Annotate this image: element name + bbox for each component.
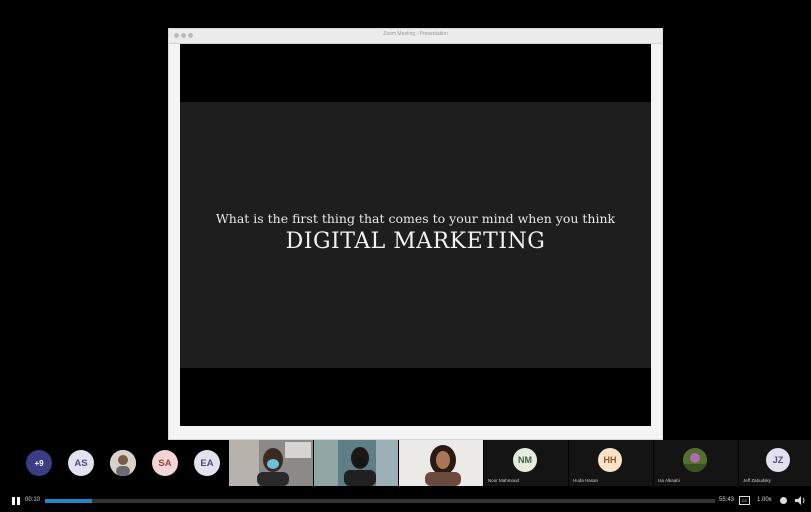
participant-avatar[interactable]: AS [68, 450, 94, 476]
participant-photo-avatar[interactable] [110, 450, 136, 476]
player-controls: 00:10 55:43 CC 1.00x [0, 490, 811, 512]
participant-avatar: HH [598, 448, 622, 472]
participant-tile[interactable]: JZ Jeff Zabudsky [739, 440, 811, 486]
participant-tile[interactable]: Isa Alkaabi [654, 440, 738, 486]
participant-tile[interactable]: HH Huda Hasan [569, 440, 653, 486]
pause-icon [12, 497, 15, 505]
participant-avatar: NM [513, 448, 537, 472]
gear-icon[interactable] [780, 497, 787, 504]
participant-name: Noor Mahmoud [488, 478, 520, 483]
current-time: 00:10 [25, 497, 41, 503]
volume-icon[interactable] [795, 496, 807, 505]
participant-name: Jeff Zabudsky [743, 478, 771, 483]
participant-strip: +9 AS SA EA NM Noor Mahmoud HH Huda Hasa… [0, 440, 811, 486]
shared-screen-window: Zoom Meeting - Presentation What is the … [168, 28, 663, 440]
participant-avatar[interactable]: SA [152, 450, 178, 476]
participant-name: Isa Alkaabi [658, 478, 680, 483]
slide-content: What is the first thing that comes to yo… [180, 102, 651, 368]
slide-title: DIGITAL MARKETING [285, 229, 546, 254]
participant-tile[interactable]: NM Noor Mahmoud [484, 440, 568, 486]
participant-photo-avatar [683, 448, 707, 472]
window-title: Zoom Meeting - Presentation [383, 31, 448, 37]
participant-video-tile[interactable] [229, 440, 313, 486]
video-stage: Zoom Meeting - Presentation What is the … [0, 0, 811, 490]
participant-video-icon [314, 440, 398, 486]
playback-speed-button[interactable]: 1.00x [757, 497, 772, 503]
pause-button[interactable] [12, 497, 20, 505]
window-titlebar: Zoom Meeting - Presentation [169, 29, 662, 44]
participant-video-icon [399, 440, 483, 486]
participant-avatar[interactable]: EA [194, 450, 220, 476]
person-photo-icon [110, 450, 136, 476]
seek-bar[interactable] [45, 499, 715, 503]
participant-avatar: JZ [766, 448, 790, 472]
presentation-slide: What is the first thing that comes to yo… [180, 44, 651, 426]
participant-video-tile[interactable] [399, 440, 483, 486]
duration: 55:43 [719, 497, 735, 503]
participant-name: Huda Hasan [573, 478, 599, 483]
captions-icon[interactable]: CC [739, 496, 750, 505]
more-participants-button[interactable]: +9 [26, 450, 52, 476]
seek-bar-progress [45, 499, 92, 503]
participant-video-icon [229, 440, 313, 486]
participant-video-tile[interactable] [314, 440, 398, 486]
flower-photo-icon [683, 448, 707, 472]
slide-subtitle: What is the first thing that comes to yo… [215, 211, 616, 226]
